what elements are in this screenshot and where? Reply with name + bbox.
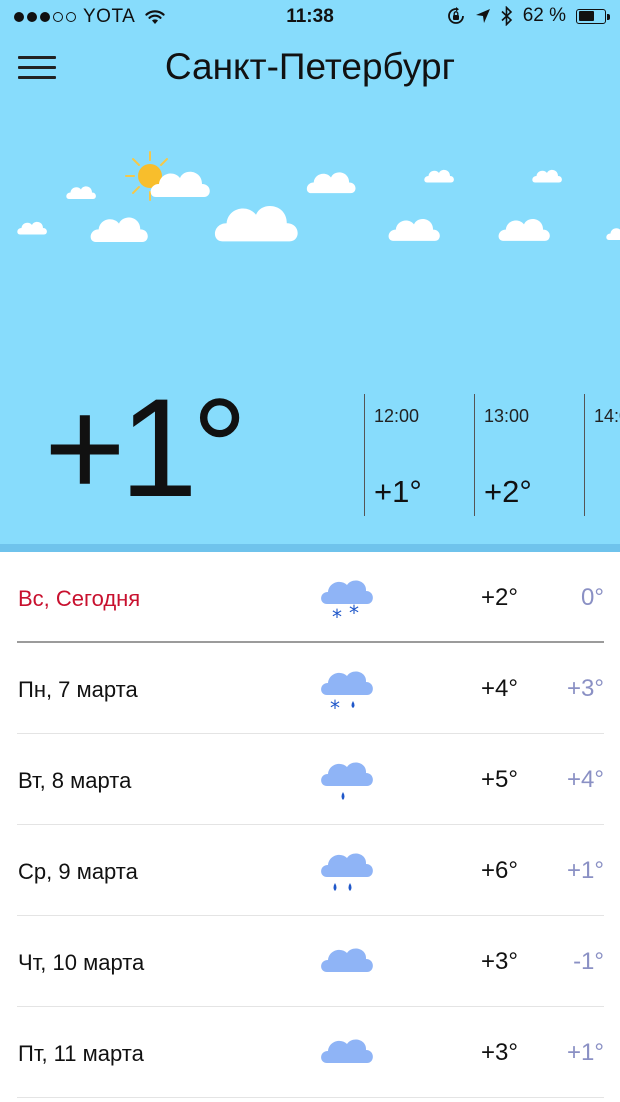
cloud-decoration xyxy=(424,169,454,183)
hourly-forecast[interactable]: 12:00 +1° 13:00 +2° 14:00 xyxy=(364,394,620,516)
day-label: Вт, 8 марта xyxy=(18,768,132,793)
daily-row[interactable]: Вт, 8 марта +5° +4° xyxy=(17,734,604,825)
cloud-icon xyxy=(321,948,373,972)
day-low-temp: +1° xyxy=(567,1039,604,1066)
daily-row[interactable]: Пн, 7 марта * +4° +3° xyxy=(17,643,604,734)
battery-icon xyxy=(576,8,610,24)
hourly-time: 13:00 xyxy=(484,406,530,426)
day-high-temp: +4° xyxy=(481,675,518,702)
svg-text:*: * xyxy=(349,601,359,625)
day-label: Пт, 11 марта xyxy=(18,1041,144,1066)
day-label: Вс, Сегодня xyxy=(18,586,141,611)
cloud-decoration xyxy=(532,169,562,183)
hourly-temperature: +1° xyxy=(374,474,422,509)
sky-background: YOTA 11:38 62 % Санкт-Петербург +1° 12:0… xyxy=(0,0,620,552)
city-title: Санкт-Петербург xyxy=(164,46,456,87)
day-low-temp: +3° xyxy=(567,675,604,702)
daily-row[interactable]: Ср, 9 марта +6° +1° xyxy=(17,825,604,916)
hourly-item: 14:00 xyxy=(584,394,620,516)
day-low-temp: -1° xyxy=(573,948,604,975)
status-bar-right: 62 % xyxy=(447,5,610,27)
day-low-temp: +4° xyxy=(567,766,604,793)
cloud-icon xyxy=(321,1039,373,1063)
day-high-temp: +3° xyxy=(481,948,518,975)
cloud-snow-icon: * * xyxy=(321,580,373,626)
battery-level-fill xyxy=(578,11,594,21)
day-low-temp: 0° xyxy=(581,584,604,611)
cloud-snow-rain-icon: * xyxy=(321,671,373,717)
daily-row[interactable]: Пт, 11 марта +3° +1° xyxy=(17,1007,604,1098)
hourly-temperature: +2° xyxy=(484,474,532,509)
day-label: Пн, 7 марта xyxy=(18,677,138,702)
cloud-decoration xyxy=(17,221,47,235)
hourly-time: 12:00 xyxy=(374,406,420,426)
sky-bottom-edge xyxy=(0,544,620,552)
day-low-temp: +1° xyxy=(567,857,604,884)
daily-row-today[interactable]: Вс, Сегодня * * +2° 0° xyxy=(17,552,604,643)
cloud-decoration xyxy=(90,217,148,242)
hourly-item: 13:00 +2° xyxy=(474,394,584,516)
cloud-light-rain-icon xyxy=(321,762,373,800)
cloud-decoration xyxy=(66,186,96,199)
cloud-decoration xyxy=(150,171,210,197)
cloud-decoration xyxy=(214,206,298,242)
cloud-rain-icon xyxy=(321,853,373,891)
day-label: Ср, 9 марта xyxy=(18,859,138,884)
cloud-decoration xyxy=(306,172,356,194)
cloud-decoration xyxy=(498,218,550,241)
svg-text:*: * xyxy=(332,605,342,626)
current-temperature: +1° xyxy=(44,369,248,526)
day-high-temp: +6° xyxy=(481,857,518,884)
bluetooth-icon xyxy=(501,6,512,26)
svg-text:*: * xyxy=(330,696,340,717)
location-arrow-icon xyxy=(475,9,490,23)
day-high-temp: +3° xyxy=(481,1039,518,1066)
day-high-temp: +2° xyxy=(481,584,518,611)
daily-row[interactable]: Чт, 10 марта +3° -1° xyxy=(17,916,604,1007)
day-label: Чт, 10 марта xyxy=(18,950,145,975)
daily-forecast-list[interactable]: Вс, Сегодня * * +2° 0° Пн, 7 марта * +4°… xyxy=(0,552,620,1098)
hourly-item: 12:00 +1° xyxy=(364,394,474,516)
day-high-temp: +5° xyxy=(481,766,518,793)
cloud-decoration xyxy=(388,218,440,241)
battery-percent: 62 % xyxy=(522,5,566,26)
cloud-decoration xyxy=(606,228,620,240)
hourly-time: 14:00 xyxy=(594,406,620,426)
status-bar: YOTA 11:38 62 % xyxy=(0,0,620,36)
rotation-lock-icon xyxy=(447,7,464,24)
